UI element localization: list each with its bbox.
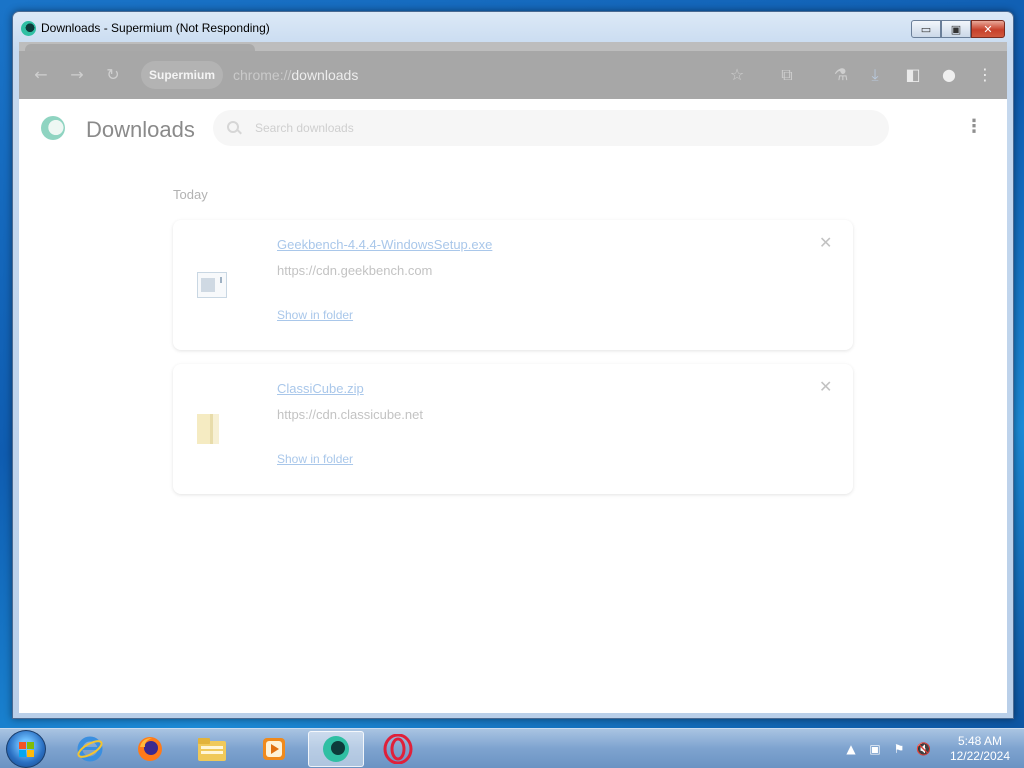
clock-time: 5:48 AM — [957, 734, 1002, 748]
remove-close-icon[interactable]: ✕ — [819, 233, 832, 252]
back-icon[interactable]: ← — [31, 65, 51, 85]
file-source-url: https://cdn.geekbench.com — [277, 263, 433, 278]
file-source-url: https://cdn.classicube.net — [277, 407, 423, 422]
internet-explorer-icon[interactable] — [62, 731, 118, 767]
url-text[interactable]: chrome://downloads — [233, 67, 358, 83]
browser-menu-icon[interactable]: ⋮ — [975, 65, 995, 85]
browser-toolbar: ← → ↻ Supermium chrome://downloads ☆ ⧉ ⚗… — [19, 51, 1007, 99]
media-player-icon[interactable] — [246, 731, 302, 767]
file-name-link[interactable]: ClassiCube.zip — [277, 381, 364, 396]
search-bar[interactable] — [213, 110, 889, 146]
extensions-icon[interactable]: ⧉ — [777, 65, 797, 85]
side-panel-icon[interactable]: ◧ — [903, 65, 923, 85]
supermium-page-logo-icon — [41, 116, 65, 140]
file-explorer-icon[interactable] — [184, 731, 240, 767]
download-item: ClassiCube.zip https://cdn.classicube.ne… — [173, 364, 853, 494]
firefox-icon[interactable] — [122, 731, 178, 767]
site-chip[interactable]: Supermium — [141, 61, 224, 89]
search-icon — [227, 121, 241, 135]
bookmark-star-icon[interactable]: ☆ — [727, 65, 747, 85]
system-clock[interactable]: 5:48 AM 12/22/2024 — [950, 734, 1010, 764]
supermium-logo-icon — [21, 21, 36, 36]
downloads-page: Downloads ⋮ Today Geekbench-4.4.4-Window… — [19, 99, 1007, 713]
show-hidden-icons-arrow-icon[interactable]: ▲ — [844, 742, 858, 756]
page-title: Downloads — [86, 117, 195, 142]
title-bar[interactable]: Downloads - Supermium (Not Responding) ▭… — [13, 12, 1013, 42]
zip-folder-icon — [197, 414, 219, 444]
start-button[interactable] — [6, 730, 46, 768]
download-icon[interactable]: ⤓ — [865, 65, 885, 85]
window-title: Downloads - Supermium (Not Responding) — [41, 21, 270, 35]
search-input[interactable] — [255, 121, 815, 135]
file-name-link[interactable]: Geekbench-4.4.4-WindowsSetup.exe — [277, 237, 492, 252]
windows-flag-icon — [19, 742, 35, 758]
minimize-button[interactable]: ▭ — [911, 20, 941, 38]
browser-client: ← → ↻ Supermium chrome://downloads ☆ ⧉ ⚗… — [19, 42, 1007, 713]
action-center-flag-icon[interactable]: ⚑ — [892, 742, 906, 756]
taskbar: ▲ ▣ ⚑ 🔇 5:48 AM 12/22/2024 — [0, 728, 1024, 768]
forward-icon[interactable]: → — [67, 65, 87, 85]
maximize-button[interactable]: ▣ — [941, 20, 971, 38]
url-scheme: chrome:// — [233, 67, 292, 83]
caption-buttons: ▭ ▣ ✕ — [911, 20, 1005, 38]
close-button[interactable]: ✕ — [971, 20, 1005, 38]
opera-icon[interactable] — [370, 731, 426, 767]
labs-icon[interactable]: ⚗ — [831, 65, 851, 85]
remove-close-icon[interactable]: ✕ — [819, 377, 832, 396]
browser-window: Downloads - Supermium (Not Responding) ▭… — [12, 11, 1014, 719]
reload-icon[interactable]: ↻ — [103, 65, 123, 85]
profile-avatar-icon[interactable]: ● — [939, 65, 959, 85]
supermium-icon[interactable] — [308, 731, 364, 767]
page-menu-icon[interactable]: ⋮ — [965, 117, 983, 137]
tab-strip — [19, 42, 1007, 51]
exe-file-icon — [197, 272, 227, 298]
network-icon[interactable]: ▣ — [868, 742, 882, 756]
date-section-label: Today — [173, 187, 208, 202]
volume-muted-icon[interactable]: 🔇 — [916, 742, 931, 756]
tab-downloads[interactable] — [25, 44, 255, 51]
show-in-folder-link[interactable]: Show in folder — [277, 452, 353, 466]
clock-date: 12/22/2024 — [949, 749, 1010, 763]
url-path: downloads — [291, 67, 359, 83]
download-item: Geekbench-4.4.4-WindowsSetup.exe https:/… — [173, 220, 853, 350]
show-in-folder-link[interactable]: Show in folder — [277, 308, 353, 322]
